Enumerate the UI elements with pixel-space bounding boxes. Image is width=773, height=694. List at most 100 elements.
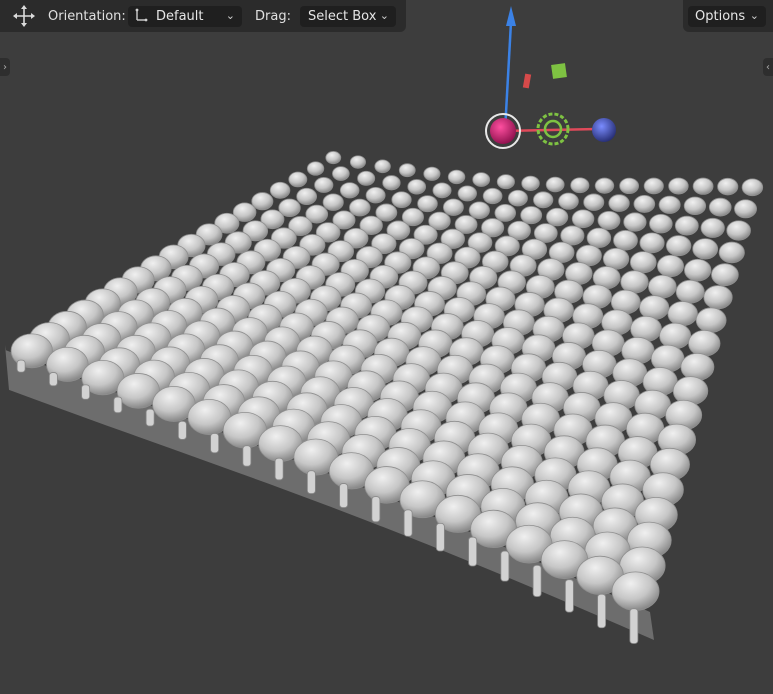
sidebar-toggle-arrow-icon[interactable]: ‹ [763, 58, 773, 76]
scale-ball-icon[interactable] [592, 118, 616, 142]
mesh-link [633, 194, 656, 213]
mesh-link [546, 207, 569, 227]
drag-value: Select Box [308, 9, 377, 24]
mesh-link [533, 191, 554, 209]
mesh-link [545, 176, 565, 193]
chevron-down-icon: ⌄ [379, 9, 389, 22]
chevron-down-icon: ⌄ [749, 9, 759, 22]
mesh-link [432, 182, 452, 199]
mesh-link [306, 161, 325, 176]
mesh-link [680, 352, 715, 381]
mesh-link [332, 166, 350, 181]
mesh-link [649, 213, 673, 234]
mesh-edge-link [306, 470, 316, 494]
mesh-link [251, 192, 274, 211]
mesh-edge-link [145, 408, 155, 427]
mesh-link [496, 174, 515, 190]
mesh-edge-link [48, 372, 58, 387]
orientation-axes-icon [132, 8, 148, 28]
move-arrows-icon[interactable] [12, 0, 36, 32]
mesh-link [692, 238, 719, 260]
mesh-link [571, 209, 595, 229]
mesh-edge-link [564, 579, 574, 613]
mesh-link [734, 199, 758, 219]
mesh-edge-link [242, 445, 252, 467]
mesh-link [322, 193, 344, 211]
mesh-link [667, 301, 698, 327]
center-handle-icon[interactable] [490, 118, 516, 144]
mesh-link [639, 232, 665, 254]
mesh-link [457, 185, 477, 202]
mesh-edge-link [177, 420, 187, 440]
mesh-link [594, 177, 615, 194]
mesh-edge-link [274, 457, 284, 481]
mesh-link [658, 195, 681, 214]
mesh-link [269, 181, 291, 199]
drag-dropdown[interactable]: Select Box ⌄ [300, 6, 396, 27]
mesh-link [482, 187, 503, 205]
mesh-link [472, 172, 491, 187]
mesh-edge-link [403, 509, 413, 537]
mesh-edge-link [371, 496, 381, 523]
orientation-value: Default [156, 9, 204, 24]
mesh-link [684, 258, 712, 282]
mesh-link [365, 186, 386, 204]
mesh-link [521, 175, 540, 191]
options-dropdown[interactable]: Options ⌄ [688, 6, 766, 27]
mesh-edge-link [113, 396, 123, 414]
mesh-link [683, 196, 707, 216]
mesh-link [656, 254, 684, 278]
mesh-link [692, 177, 714, 195]
mesh-edge-link [210, 433, 220, 454]
mesh-link [374, 159, 391, 174]
mesh-edge-link [468, 536, 478, 567]
mesh-link [339, 182, 360, 199]
mesh-link [629, 251, 657, 274]
mesh-link [407, 179, 427, 195]
chainmail-mesh[interactable] [5, 151, 764, 644]
mesh-link [468, 201, 490, 220]
mesh-link [700, 217, 725, 238]
mesh-link [349, 155, 366, 169]
mesh-edge-link [500, 550, 510, 582]
options-header: Options ⌄ [683, 0, 773, 32]
options-label: Options [695, 9, 746, 24]
mesh-link [675, 279, 705, 304]
mesh-link [619, 177, 640, 195]
orientation-dropdown[interactable]: Default ⌄ [128, 6, 242, 27]
mesh-link [623, 212, 647, 232]
toolbar-toggle-arrow-icon[interactable]: › [0, 58, 10, 76]
mesh-link [674, 215, 699, 236]
mesh-link [643, 177, 664, 195]
mesh-link [357, 170, 376, 186]
mesh-link [494, 203, 517, 222]
mesh-link [447, 169, 466, 185]
mesh-link [520, 206, 543, 225]
mesh-link [665, 235, 692, 257]
mesh-link [703, 285, 733, 310]
mesh-link [325, 151, 342, 165]
mesh-link [695, 307, 727, 333]
mesh-link [442, 198, 464, 216]
mesh-edge-link [597, 593, 607, 629]
mesh-link [659, 322, 692, 350]
mesh-link [611, 571, 660, 611]
mesh-link [608, 194, 630, 212]
chevron-down-icon: ⌄ [225, 9, 235, 22]
mesh-link [648, 274, 677, 299]
mesh-link [741, 178, 764, 197]
xz-plane-handle[interactable] [551, 63, 567, 79]
yz-plane-handle[interactable] [522, 73, 532, 89]
viewport-canvas[interactable] [0, 0, 773, 690]
z-axis-arrow-icon[interactable] [506, 6, 516, 26]
transform-gizmo[interactable] [485, 6, 616, 149]
mesh-link [613, 230, 638, 251]
tool-header: Orientation: Default ⌄ Drag: Select Box … [0, 0, 406, 32]
mesh-link [349, 198, 371, 217]
mesh-link [417, 195, 438, 213]
mesh-link [717, 177, 739, 196]
mesh-link [583, 193, 605, 211]
mesh-link [296, 187, 318, 205]
3d-viewport[interactable] [0, 0, 773, 690]
mesh-link [507, 189, 528, 207]
